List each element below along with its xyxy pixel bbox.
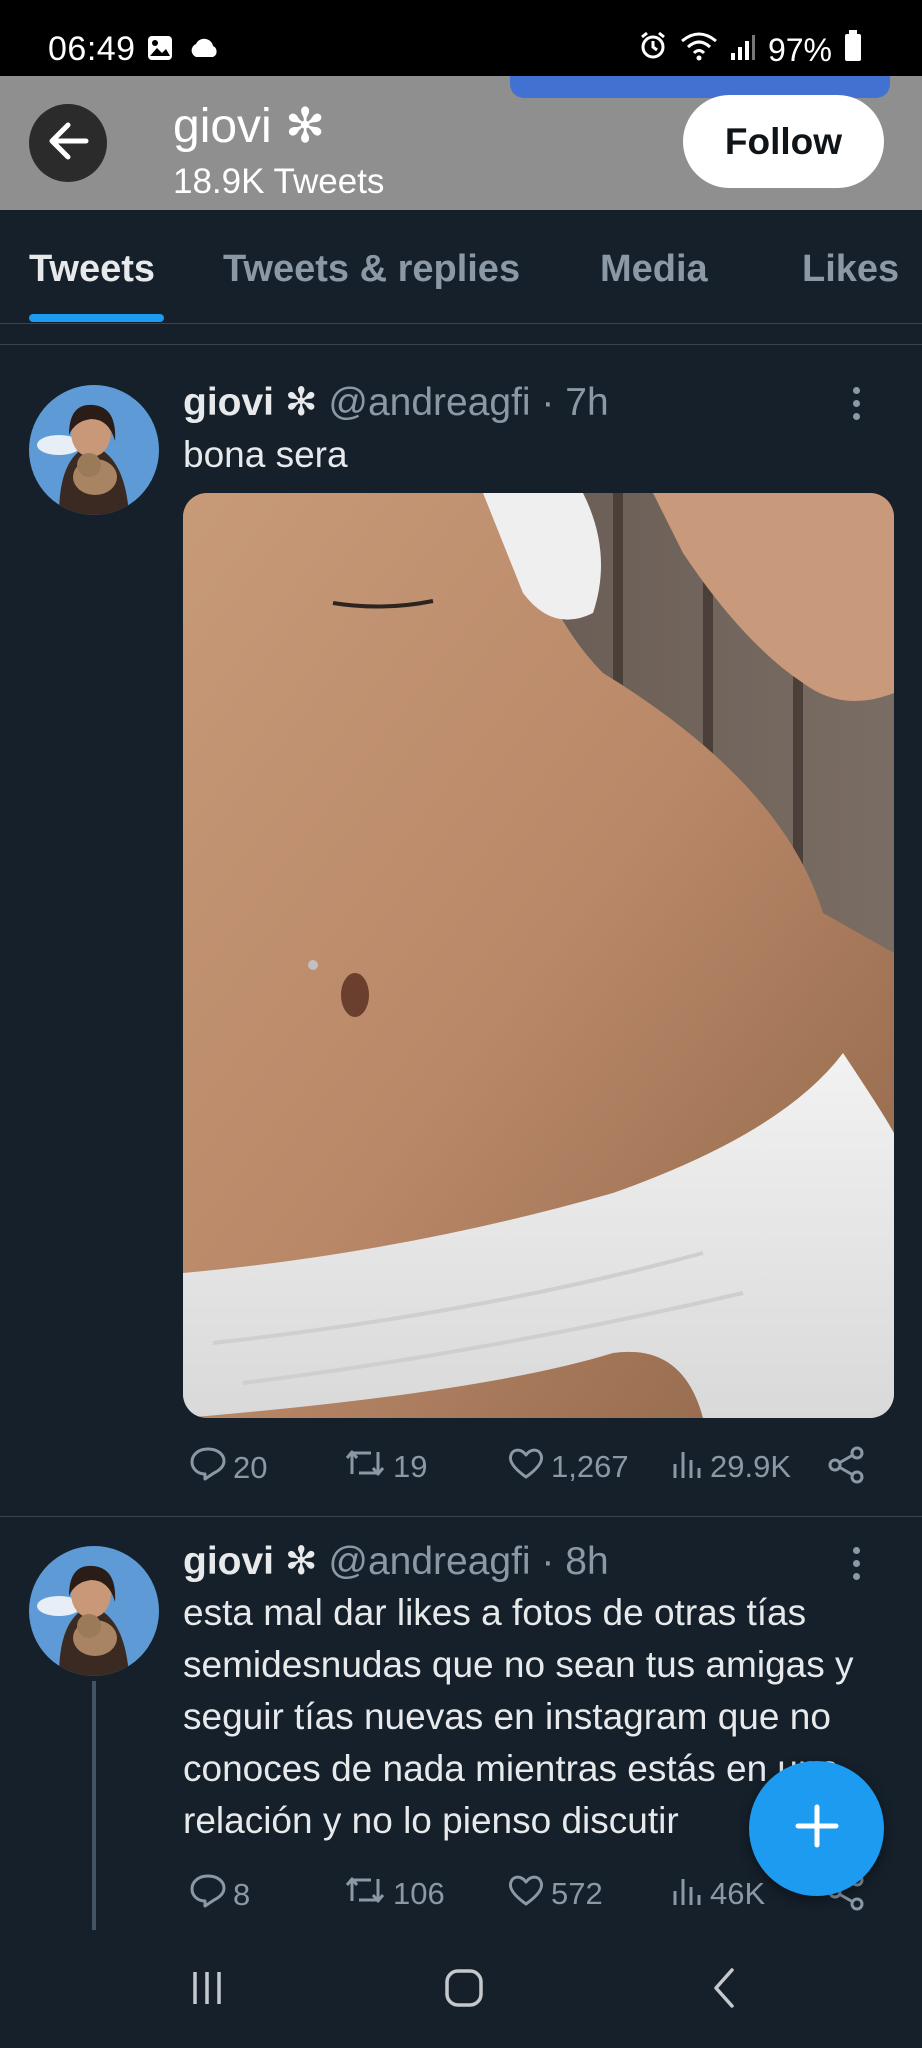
tweet-text: bona sera (183, 434, 348, 475)
status-bar: 06:49 97% (0, 0, 922, 76)
like-button[interactable]: 572 (507, 1873, 603, 1915)
tab-tweets-replies[interactable]: Tweets & replies (223, 248, 520, 291)
recent-apps-icon (187, 1968, 227, 2013)
battery-level: 97% (767, 31, 832, 68)
reply-button[interactable]: 8 (189, 1873, 250, 1917)
heart-icon (507, 1446, 545, 1488)
wifi-icon (680, 31, 718, 69)
status-time: 06:49 (48, 30, 136, 68)
retweet-count: 106 (393, 1876, 445, 1911)
home-button[interactable] (429, 1960, 499, 2020)
compose-tweet-button[interactable] (749, 1761, 884, 1896)
arrow-left-icon (46, 121, 90, 166)
follow-button[interactable]: Follow (683, 95, 884, 188)
retweet-icon (343, 1873, 387, 1915)
thread-line (92, 1681, 96, 1931)
tweet-count: 18.9K Tweets (173, 162, 385, 201)
view-count: 29.9K (710, 1449, 792, 1484)
active-tab-indicator (29, 314, 164, 322)
like-button[interactable]: 1,267 (507, 1446, 629, 1488)
tab-likes[interactable]: Likes (802, 248, 899, 291)
image-icon (146, 34, 174, 67)
views-icon (670, 1446, 704, 1488)
heart-icon (507, 1873, 545, 1915)
views-icon (670, 1873, 704, 1915)
retweet-button[interactable]: 106 (343, 1873, 445, 1915)
tweet-author-name[interactable]: giovi ✻ (183, 381, 318, 424)
views-button[interactable]: 46K (670, 1873, 765, 1915)
profile-header: giovi ✻ 18.9K Tweets Follow (0, 76, 922, 210)
recent-apps-button[interactable] (172, 1960, 242, 2020)
retweet-button[interactable]: 19 (343, 1446, 427, 1488)
avatar[interactable] (29, 1546, 159, 1676)
tab-media[interactable]: Media (600, 248, 708, 291)
more-options-icon[interactable] (850, 1547, 862, 1580)
back-nav-button[interactable] (688, 1960, 758, 2020)
like-count: 1,267 (551, 1449, 629, 1484)
tweet-author-name[interactable]: giovi ✻ (183, 1540, 318, 1583)
tweet-media-image[interactable] (183, 493, 894, 1418)
avatar[interactable] (29, 385, 159, 515)
tweet-divider (0, 1516, 922, 1517)
alarm-icon (638, 31, 668, 69)
tweet-meta: @andreagfi · 7h (328, 381, 609, 424)
reply-icon (189, 1873, 227, 1917)
profile-name: giovi ✻ (173, 100, 326, 153)
profile-tabs: Tweets Tweets & replies Media Likes (0, 210, 922, 324)
cloud-icon (188, 37, 220, 64)
tweet-meta: @andreagfi · 8h (328, 1540, 609, 1583)
signal-icon (730, 32, 756, 69)
retweet-count: 19 (393, 1449, 428, 1484)
reply-count: 8 (233, 1877, 251, 1912)
share-button[interactable] (827, 1446, 865, 1492)
tabs-divider (0, 344, 922, 345)
views-button[interactable]: 29.9K (670, 1446, 791, 1488)
retweet-icon (343, 1446, 387, 1488)
reply-icon (189, 1446, 227, 1490)
home-icon (443, 1967, 485, 2014)
tab-tweets[interactable]: Tweets (29, 248, 155, 291)
plus-icon (794, 1803, 840, 1854)
tweet-actions: 20 19 1,267 29.9K (183, 1446, 883, 1492)
reply-button[interactable]: 20 (189, 1446, 267, 1490)
more-options-icon[interactable] (850, 387, 862, 420)
back-button[interactable] (29, 104, 107, 182)
share-icon (827, 1446, 865, 1492)
battery-icon (844, 30, 862, 70)
chevron-left-icon (708, 1966, 738, 2015)
reply-count: 20 (233, 1450, 268, 1485)
like-count: 572 (551, 1876, 603, 1911)
system-nav-bar (0, 1930, 922, 2048)
view-count: 46K (710, 1876, 766, 1911)
